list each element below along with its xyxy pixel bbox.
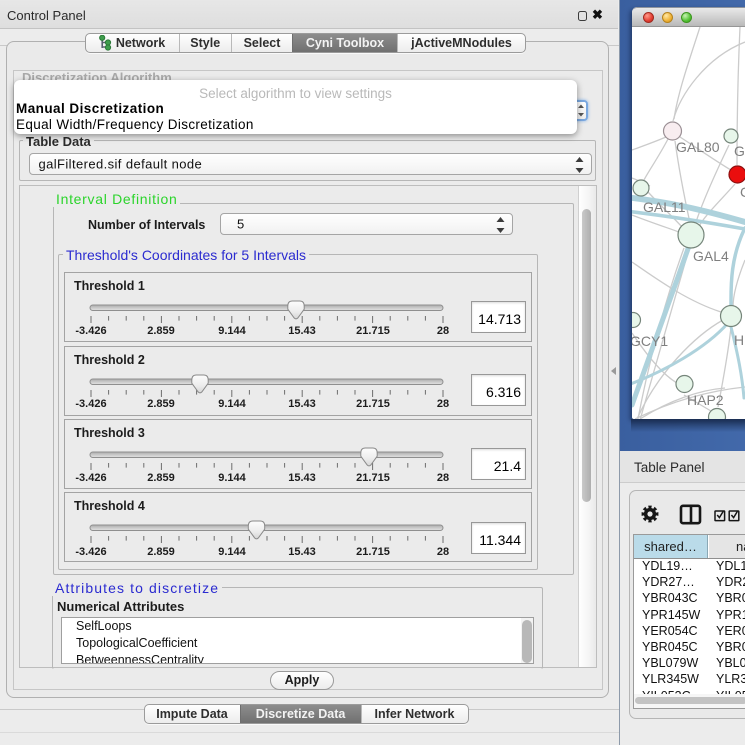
- svg-text:H: H: [734, 332, 744, 348]
- svg-text:GAL4: GAL4: [693, 248, 729, 264]
- svg-text:HAP2: HAP2: [687, 392, 724, 408]
- svg-text:GAL11: GAL11: [643, 199, 686, 215]
- svg-text:GCY1: GCY1: [632, 333, 668, 349]
- svg-text:GAL7: GAL7: [734, 143, 745, 159]
- svg-text:C: C: [740, 184, 745, 200]
- svg-text:GAL80: GAL80: [676, 139, 720, 155]
